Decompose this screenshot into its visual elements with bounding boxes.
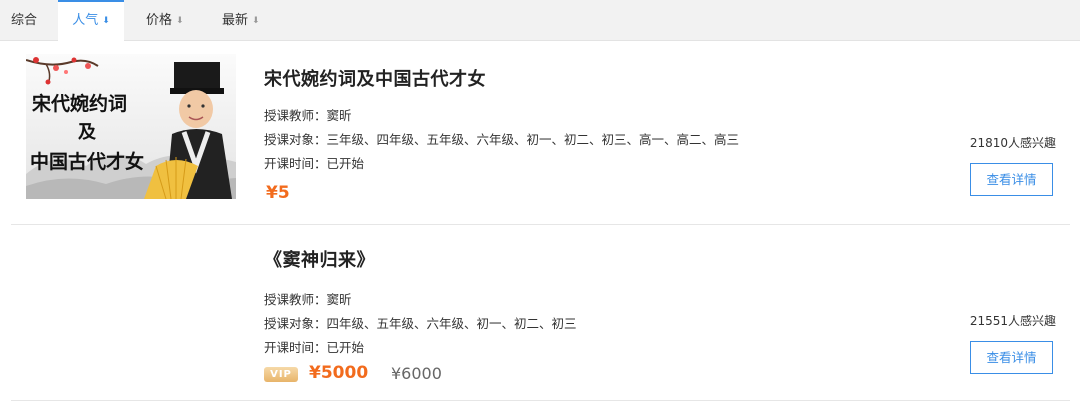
view-details-button[interactable]: 查看详情 — [970, 163, 1053, 196]
teacher-name: 窦昕 — [326, 108, 352, 123]
tab-comprehensive[interactable]: 综合 — [11, 0, 37, 41]
sort-arrow-icon: ⬇ — [252, 16, 260, 26]
view-details-button[interactable]: 查看详情 — [970, 341, 1053, 374]
start-time-value: 已开始 — [326, 156, 365, 171]
target-label: 授课对象： — [264, 132, 327, 147]
tab-label: 人气 — [72, 13, 99, 28]
course-item: 宋代婉约词 及 中国古代才女 宋代婉约词及中国古代才女 授课教师：窦昕 授课对象… — [11, 41, 1070, 225]
course-cover-image: 宋代婉约词 及 中国古代才女 — [26, 54, 236, 199]
tab-popularity[interactable]: 人气 ⬇ — [58, 0, 124, 41]
cover-title-line2: 及 — [78, 122, 97, 143]
sort-tab-bar: 综合 人气 ⬇ 价格 ⬇ 最新 ⬇ — [0, 0, 1080, 41]
vip-badge: VIP — [264, 367, 298, 382]
tab-label: 综合 — [11, 13, 38, 28]
sort-arrow-icon: ⬇ — [176, 16, 184, 26]
course-item: 《窦神归来》 授课教师：窦昕 授课对象：四年级、五年级、六年级、初一、初二、初三… — [11, 225, 1070, 401]
interest-count: 21810人感兴趣 — [969, 136, 1056, 150]
start-time-row: 开课时间：已开始 — [264, 152, 739, 176]
course-thumbnail[interactable]: 宋代婉约词 及 中国古代才女 — [26, 54, 236, 199]
teacher-name: 窦昕 — [326, 292, 352, 307]
sort-arrow-icon: ⬇ — [102, 16, 110, 26]
target-grades: 三年级、四年级、五年级、六年级、初一、初二、初三、高一、高二、高三 — [326, 132, 740, 147]
start-time-label: 开课时间： — [264, 340, 327, 355]
target-label: 授课对象： — [264, 316, 327, 331]
course-price: ¥5 — [266, 183, 290, 203]
tab-price[interactable]: 价格 ⬇ — [146, 0, 184, 41]
course-title[interactable]: 《窦神归来》 — [264, 246, 375, 272]
teacher-label: 授课教师： — [264, 292, 327, 307]
target-row: 授课对象：四年级、五年级、六年级、初一、初二、初三 — [264, 312, 577, 336]
vip-price: ¥5000 — [309, 363, 369, 383]
start-time-label: 开课时间： — [264, 156, 327, 171]
start-time-value: 已开始 — [326, 340, 365, 355]
original-price: ¥6000 — [391, 364, 442, 383]
course-title[interactable]: 宋代婉约词及中国古代才女 — [264, 65, 486, 91]
cover-title-line1: 宋代婉约词 — [31, 92, 127, 115]
tab-label: 价格 — [146, 13, 173, 28]
teacher-label: 授课教师： — [264, 108, 327, 123]
course-info: 授课教师：窦昕 授课对象：四年级、五年级、六年级、初一、初二、初三 开课时间：已… — [264, 288, 577, 360]
tab-label: 最新 — [222, 13, 249, 28]
course-info: 授课教师：窦昕 授课对象：三年级、四年级、五年级、六年级、初一、初二、初三、高一… — [264, 104, 739, 176]
tab-newest[interactable]: 最新 ⬇ — [222, 0, 260, 41]
interest-count: 21551人感兴趣 — [969, 314, 1056, 328]
start-time-row: 开课时间：已开始 — [264, 336, 577, 360]
teacher-row: 授课教师：窦昕 — [264, 288, 577, 312]
target-row: 授课对象：三年级、四年级、五年级、六年级、初一、初二、初三、高一、高二、高三 — [264, 128, 739, 152]
target-grades: 四年级、五年级、六年级、初一、初二、初三 — [326, 316, 577, 331]
cover-title-line3: 中国古代才女 — [30, 150, 144, 173]
teacher-row: 授课教师：窦昕 — [264, 104, 739, 128]
